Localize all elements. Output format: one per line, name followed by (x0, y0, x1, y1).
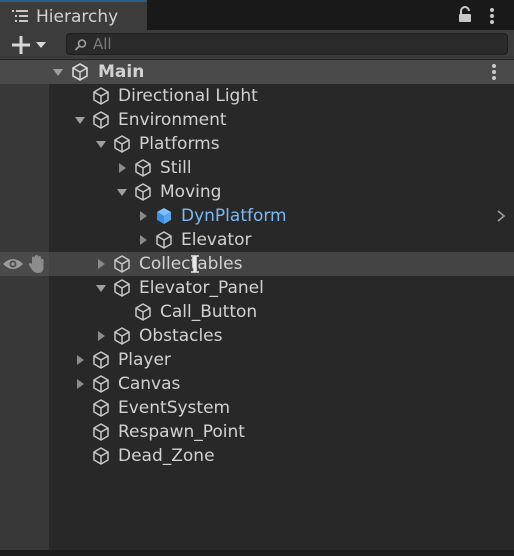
expand-arrow-right-icon[interactable] (116, 162, 128, 174)
tree-item-label: DynPlatform (181, 206, 287, 226)
scene-menu-icon[interactable] (490, 63, 498, 81)
gameobject-cube-icon (135, 183, 151, 201)
expand-arrow-down-icon[interactable] (74, 114, 86, 126)
search-field[interactable] (66, 33, 508, 55)
tree-item-label: Respawn_Point (118, 422, 245, 442)
prefab-cube-icon (157, 208, 171, 224)
tree-item-label: EventSystem (118, 398, 231, 418)
gameobject-cube-icon (93, 375, 109, 393)
tree-item-moving[interactable]: Moving (0, 180, 514, 204)
tree-item-player[interactable]: Player (0, 348, 514, 372)
expand-arrow-right-icon[interactable] (74, 354, 86, 366)
pickability-hand-icon[interactable] (28, 254, 46, 274)
tree-item-canvas[interactable]: Canvas (0, 372, 514, 396)
open-prefab-chevron-icon[interactable] (496, 210, 506, 222)
list-icon (12, 10, 28, 22)
tree-item-still[interactable]: Still (0, 156, 514, 180)
expand-arrow-right-icon[interactable] (137, 234, 149, 246)
gameobject-cube-icon (93, 423, 109, 441)
expand-arrow-right-icon[interactable] (137, 210, 149, 222)
expand-arrow-down-icon[interactable] (95, 138, 107, 150)
mouse-cursor-icon (191, 255, 199, 273)
add-object-button[interactable] (8, 34, 50, 56)
tab-title: Hierarchy (36, 7, 119, 27)
tree-item-label: Obstacles (139, 326, 223, 346)
gameobject-cube-icon (135, 159, 151, 177)
expand-arrow-down-icon[interactable] (116, 186, 128, 198)
search-icon (74, 39, 87, 51)
tree-item-eventsystem[interactable]: EventSystem (0, 396, 514, 420)
lock-icon[interactable] (458, 6, 472, 23)
tree-item-collectables[interactable]: Collectables (0, 252, 514, 276)
tree-item-label: Directional Light (118, 86, 258, 106)
expand-arrow-right-icon[interactable] (95, 258, 107, 270)
tree-item-label: Elevator_Panel (139, 278, 264, 298)
unity-logo-icon (72, 63, 88, 81)
gameobject-cube-icon (93, 87, 109, 105)
tree-item-respawn-point[interactable]: Respawn_Point (0, 420, 514, 444)
gameobject-cube-icon (156, 231, 172, 249)
search-input[interactable] (93, 35, 493, 53)
tree-item-label: Still (160, 158, 192, 178)
hierarchy-toolbar (0, 30, 514, 60)
expand-arrow-down-icon[interactable] (52, 66, 64, 78)
gameobject-cube-icon (93, 447, 109, 465)
panel-bottom-edge (0, 550, 514, 556)
visibility-eye-icon[interactable] (2, 256, 24, 272)
tree-item-elevator-panel[interactable]: Elevator_Panel (0, 276, 514, 300)
kebab-menu-icon[interactable] (488, 7, 496, 25)
expand-arrow-down-icon[interactable] (95, 282, 107, 294)
tree-item-dynplatform[interactable]: DynPlatform (0, 204, 514, 228)
gameobject-cube-icon (114, 327, 130, 345)
tree-item-label: Player (118, 350, 171, 370)
scene-label: Main (98, 62, 145, 82)
tree-item-label: Dead_Zone (118, 446, 215, 466)
tree-item-elevator[interactable]: Elevator (0, 228, 514, 252)
tree-item-dead-zone[interactable]: Dead_Zone (0, 444, 514, 468)
expand-arrow-right-icon[interactable] (95, 330, 107, 342)
hierarchy-tree: Main Directional Light Environment Platf… (0, 60, 514, 468)
gameobject-cube-icon (135, 303, 151, 321)
tree-item-obstacles[interactable]: Obstacles (0, 324, 514, 348)
gameobject-cube-icon (93, 351, 109, 369)
tree-item-directional-light[interactable]: Directional Light (0, 84, 514, 108)
tree-item-environment[interactable]: Environment (0, 108, 514, 132)
tree-item-label: Moving (160, 182, 222, 202)
gameobject-cube-icon (114, 135, 130, 153)
tree-item-label: Elevator (181, 230, 252, 250)
tab-bar: Hierarchy (0, 0, 514, 30)
tree-item-label: Canvas (118, 374, 181, 394)
gameobject-cube-icon (93, 399, 109, 417)
gameobject-cube-icon (93, 111, 109, 129)
scene-row-main[interactable]: Main (0, 60, 514, 84)
gameobject-cube-icon (114, 255, 130, 273)
gameobject-cube-icon (114, 279, 130, 297)
tree-item-platforms[interactable]: Platforms (0, 132, 514, 156)
tab-hierarchy[interactable]: Hierarchy (0, 0, 147, 30)
tree-item-label: Environment (118, 110, 227, 130)
expand-arrow-right-icon[interactable] (74, 378, 86, 390)
tree-item-call-button[interactable]: Call_Button (0, 300, 514, 324)
tree-item-label: Platforms (139, 134, 220, 154)
tree-item-label: Call_Button (160, 302, 258, 322)
